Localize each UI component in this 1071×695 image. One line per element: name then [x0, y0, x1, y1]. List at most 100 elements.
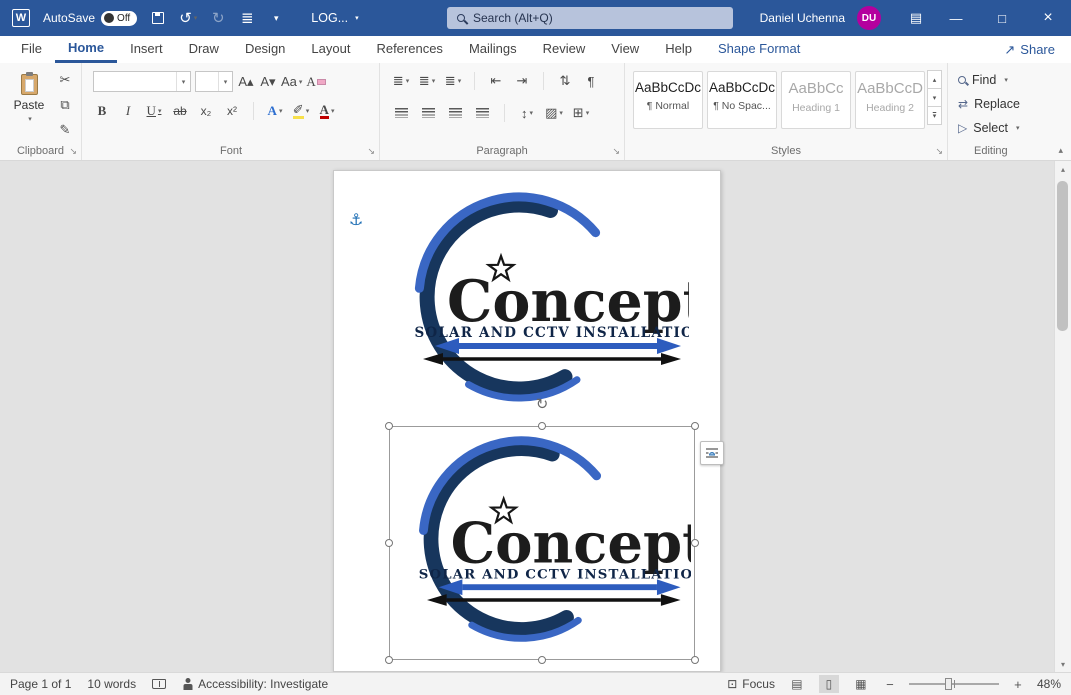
- copy-button[interactable]: ⧉: [56, 95, 74, 115]
- align-center-button[interactable]: [419, 103, 437, 123]
- format-painter-button[interactable]: ✎: [56, 120, 74, 140]
- document-title[interactable]: LOG... ▾: [311, 11, 358, 25]
- select-button[interactable]: ▷ Select ▾: [958, 121, 1020, 135]
- multilevel-list-button[interactable]: ≣▾: [444, 71, 462, 91]
- increase-indent-button[interactable]: ⇥: [513, 71, 531, 91]
- word-app-icon[interactable]: W: [12, 9, 30, 27]
- scrollbar-thumb[interactable]: [1057, 181, 1068, 331]
- customize-quick-access-button[interactable]: ≣: [239, 7, 255, 29]
- tab-mailings[interactable]: Mailings: [456, 36, 530, 63]
- tab-view[interactable]: View: [598, 36, 652, 63]
- highlight-button[interactable]: ✐▾: [292, 101, 310, 121]
- avatar[interactable]: DU: [857, 6, 881, 30]
- tab-review[interactable]: Review: [530, 36, 599, 63]
- paste-button[interactable]: Paste ▾: [6, 69, 52, 145]
- rotate-handle[interactable]: ↻: [536, 397, 549, 412]
- underline-button[interactable]: U▾: [145, 101, 163, 121]
- tab-references[interactable]: References: [363, 36, 455, 63]
- style-normal[interactable]: AaBbCcDc ¶ Normal: [633, 71, 703, 129]
- zoom-slider-thumb[interactable]: [945, 678, 952, 690]
- clear-formatting-button[interactable]: A: [306, 72, 325, 92]
- maximize-button[interactable]: □: [979, 0, 1025, 36]
- styles-dialog-launcher[interactable]: ↘: [935, 147, 943, 156]
- resize-handle-sw[interactable]: [385, 656, 393, 664]
- font-name-dropdown-icon[interactable]: ▾: [176, 72, 190, 91]
- accessibility-status[interactable]: Accessibility: Investigate: [182, 677, 328, 691]
- zoom-slider[interactable]: [909, 683, 999, 685]
- minimize-button[interactable]: —: [933, 0, 979, 36]
- scroll-down-button[interactable]: ▾: [1055, 656, 1071, 672]
- font-size-dropdown-icon[interactable]: ▾: [218, 72, 232, 91]
- align-right-button[interactable]: [446, 103, 464, 123]
- replace-button[interactable]: ⇄ Replace: [958, 97, 1020, 111]
- change-case-button[interactable]: Aa▾: [281, 72, 302, 92]
- scroll-up-button[interactable]: ▴: [1055, 161, 1071, 177]
- style-no-spacing[interactable]: AaBbCcDc ¶ No Spac...: [707, 71, 777, 129]
- user-name[interactable]: Daniel Uchenna: [760, 11, 845, 25]
- zoom-out-button[interactable]: −: [883, 677, 897, 692]
- styles-more-button[interactable]: ▾: [927, 106, 942, 125]
- tab-layout[interactable]: Layout: [298, 36, 363, 63]
- undo-button[interactable]: ↺▾: [179, 7, 197, 29]
- more-commands-button[interactable]: ▾: [268, 7, 284, 29]
- grow-font-button[interactable]: A▴: [237, 72, 255, 92]
- tab-file[interactable]: File: [8, 36, 55, 63]
- clipboard-dialog-launcher[interactable]: ↘: [69, 147, 77, 156]
- tab-home[interactable]: Home: [55, 36, 117, 63]
- strikethrough-button[interactable]: ab: [171, 101, 189, 121]
- style-heading2[interactable]: AaBbCcD Heading 2: [855, 71, 925, 129]
- tab-insert[interactable]: Insert: [117, 36, 176, 63]
- font-color-button[interactable]: A▾: [318, 101, 336, 121]
- print-layout-button[interactable]: ▯: [819, 675, 839, 693]
- tab-help[interactable]: Help: [652, 36, 705, 63]
- redo-button[interactable]: ↻: [210, 7, 226, 29]
- search-input[interactable]: [473, 11, 723, 25]
- focus-button[interactable]: ⊡ Focus: [727, 677, 775, 691]
- resize-handle-se[interactable]: [691, 656, 699, 664]
- resize-handle-n[interactable]: [538, 422, 546, 430]
- styles-scroll-down-button[interactable]: ▾: [927, 88, 942, 107]
- paragraph-dialog-launcher[interactable]: ↘: [612, 147, 620, 156]
- font-name-combo[interactable]: ▾: [93, 71, 191, 92]
- align-left-button[interactable]: [392, 103, 410, 123]
- close-button[interactable]: ×: [1025, 0, 1071, 36]
- search-box[interactable]: [447, 7, 733, 29]
- read-mode-button[interactable]: ▤: [787, 675, 807, 693]
- zoom-in-button[interactable]: +: [1011, 677, 1025, 692]
- font-name-input[interactable]: [94, 76, 176, 88]
- superscript-button[interactable]: x²: [223, 101, 241, 121]
- text-effects-button[interactable]: A▾: [266, 101, 284, 121]
- resize-handle-e[interactable]: [691, 539, 699, 547]
- logo-shape-top[interactable]: Concept SOLAR AND CCTV INSTALLATION: [389, 185, 689, 417]
- cut-button[interactable]: ✂: [56, 70, 74, 90]
- style-heading1[interactable]: AaBbCc Heading 1: [781, 71, 851, 129]
- proofing-status[interactable]: [152, 679, 166, 689]
- italic-button[interactable]: I: [119, 101, 137, 121]
- bullets-button[interactable]: ≣▾: [392, 71, 410, 91]
- find-button[interactable]: Find ▾: [958, 73, 1008, 87]
- decrease-indent-button[interactable]: ⇤: [487, 71, 505, 91]
- bold-button[interactable]: B: [93, 101, 111, 121]
- borders-button[interactable]: ⊞▾: [572, 103, 590, 123]
- autosave-toggle[interactable]: Off: [101, 11, 137, 26]
- resize-handle-s[interactable]: [538, 656, 546, 664]
- resize-handle-w[interactable]: [385, 539, 393, 547]
- word-count[interactable]: 10 words: [87, 677, 136, 691]
- font-dialog-launcher[interactable]: ↘: [367, 147, 375, 156]
- tab-shape-format[interactable]: Shape Format: [705, 36, 813, 63]
- vertical-scrollbar[interactable]: ▴ ▾: [1054, 161, 1071, 672]
- font-size-combo[interactable]: ▾: [195, 71, 233, 92]
- share-button[interactable]: ↗ Share: [1004, 42, 1055, 58]
- resize-handle-ne[interactable]: [691, 422, 699, 430]
- save-button[interactable]: [150, 7, 166, 29]
- web-layout-button[interactable]: ▦: [851, 675, 871, 693]
- sort-button[interactable]: ⇅: [556, 71, 574, 91]
- collapse-ribbon-button[interactable]: ▴: [1058, 145, 1063, 156]
- page-count[interactable]: Page 1 of 1: [10, 677, 71, 691]
- justify-button[interactable]: [473, 103, 491, 123]
- tab-draw[interactable]: Draw: [176, 36, 232, 63]
- layout-options-button[interactable]: [700, 441, 724, 465]
- ribbon-display-options-button[interactable]: ▤: [899, 0, 933, 36]
- show-formatting-marks-button[interactable]: ¶: [582, 71, 600, 91]
- shrink-font-button[interactable]: A▾: [259, 72, 277, 92]
